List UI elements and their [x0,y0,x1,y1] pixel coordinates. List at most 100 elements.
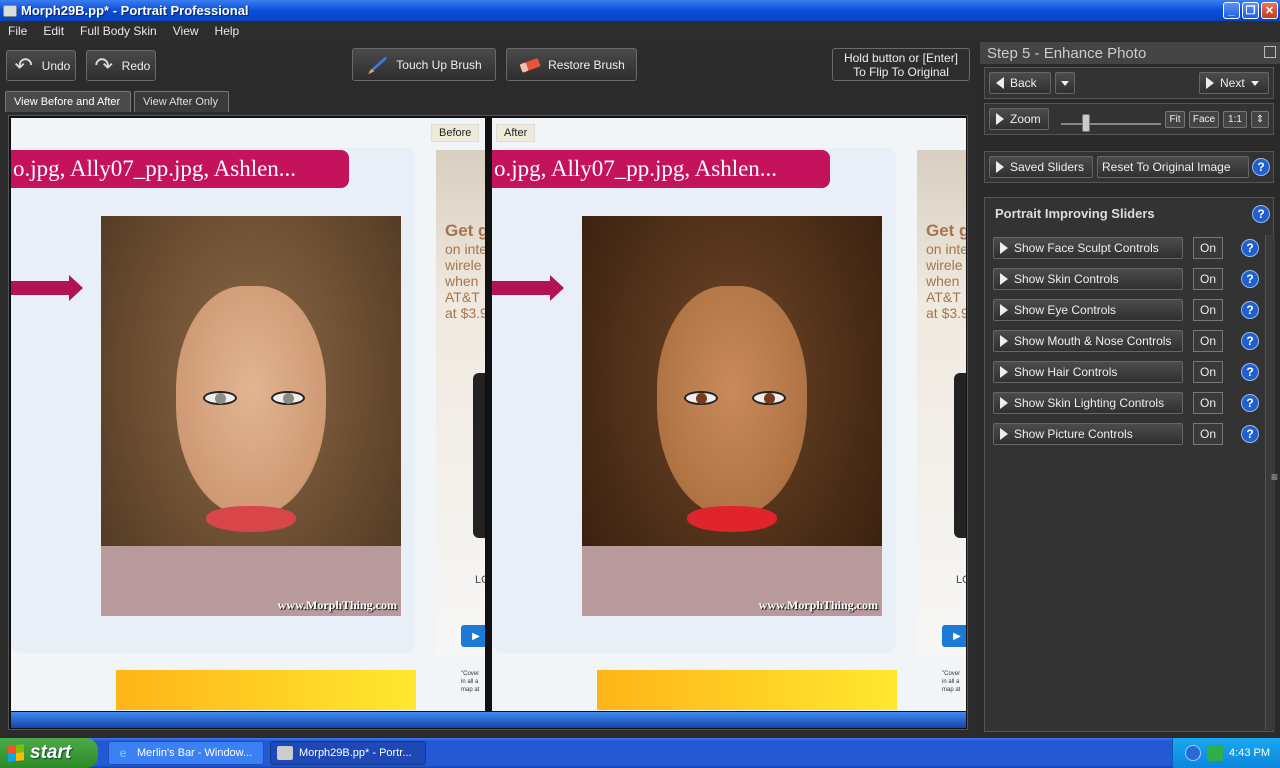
tab-view-before-and-after[interactable]: View Before and After [5,91,131,112]
help-icon[interactable]: ? [1241,332,1259,350]
step-header: Step 5 - Enhance Photo [980,42,1280,64]
arrow-graphic [11,275,83,301]
help-icon[interactable]: ? [1252,205,1270,223]
taskbar-item-merlins-bar[interactable]: e Merlin's Bar - Window... [108,741,264,765]
phone-graphic [473,373,485,538]
hair-toggle[interactable]: On [1193,361,1223,383]
help-icon[interactable]: ? [1241,425,1259,443]
next-arrow-icon [1206,77,1214,89]
menu-edit[interactable]: Edit [35,24,72,38]
slider-group-label: Show Face Sculpt Controls [1014,241,1159,255]
saved-sliders-button[interactable]: Saved Sliders [989,156,1093,178]
undo-icon: ↶ [14,52,33,78]
back-label: Back [1010,76,1037,90]
mouth-nose-toggle[interactable]: On [1193,330,1223,352]
back-button[interactable]: Back [989,72,1051,94]
menu-view[interactable]: View [165,24,207,38]
footer-ad [597,670,897,710]
security-icon[interactable] [1207,745,1224,761]
reset-to-original-button[interactable]: Reset To Original Image [1097,156,1249,178]
chevron-down-icon [1061,80,1069,86]
maximize-button[interactable]: ❐ [1242,2,1259,19]
close-button[interactable]: ✕ [1261,2,1278,19]
show-skin-controls-button[interactable]: Show Skin Controls [993,268,1183,290]
show-face-sculpt-controls-button[interactable]: Show Face Sculpt Controls [993,237,1183,259]
help-icon[interactable]: ? [1241,394,1259,412]
arrow-graphic [492,275,564,301]
zoom-fit-button[interactable]: Fit [1165,111,1185,128]
eye-toggle[interactable]: On [1193,299,1223,321]
window-controls: _ ❐ ✕ [1223,2,1278,19]
expand-arrow-icon [1000,242,1008,254]
undo-button[interactable]: ↶ Undo [6,50,76,81]
help-icon[interactable]: ? [1241,239,1259,257]
picture-toggle[interactable]: On [1193,423,1223,445]
next-button[interactable]: Next [1199,72,1269,94]
lips [206,506,296,532]
window-title: Morph29B.pp* - Portrait Professional [21,3,249,18]
tray-expand-icon[interactable] [1185,745,1202,761]
before-pane[interactable]: o.jpg, Ally07_pp.jpg, Ashlen... www.Morp… [11,118,485,711]
title-bar: Morph29B.pp* - Portrait Professional _ ❐… [0,0,1280,21]
taskbar-item-portrait-professional[interactable]: Morph29B.pp* - Portr... [270,741,426,765]
tab-view-after-only[interactable]: View After Only [134,91,229,112]
restore-brush-label: Restore Brush [548,57,625,72]
redo-button[interactable]: ↷ Redo [86,50,156,81]
portrait-sliders-box: Portrait Improving Sliders ? Show Face S… [984,197,1275,732]
face-sculpt-toggle[interactable]: On [1193,237,1223,259]
menu-full-body-skin[interactable]: Full Body Skin [72,24,165,38]
after-label: After [496,124,536,142]
slider-group-row: Show Picture Controls On ? [993,423,1265,445]
phone-graphic [954,373,966,538]
zoom-button[interactable]: Zoom [989,108,1049,130]
slider-group-label: Show Skin Controls [1014,272,1119,286]
help-icon[interactable]: ? [1241,270,1259,288]
start-button[interactable]: start [0,738,98,768]
menu-help[interactable]: Help [207,24,248,38]
saved-sliders-box: Saved Sliders Reset To Original Image ? [984,151,1274,183]
start-label: start [30,742,72,763]
help-icon[interactable]: ? [1252,158,1270,176]
history-dropdown-button[interactable] [1055,72,1075,94]
redo-label: Redo [121,58,151,73]
footer-ad [116,670,416,710]
menu-file[interactable]: File [0,24,35,38]
horizontal-scrollbar[interactable] [11,712,966,728]
show-mouth-nose-controls-button[interactable]: Show Mouth & Nose Controls [993,330,1183,352]
show-hair-controls-button[interactable]: Show Hair Controls [993,361,1183,383]
show-eye-controls-button[interactable]: Show Eye Controls [993,299,1183,321]
ad-line: wirele [926,257,963,273]
skin-toggle[interactable]: On [1193,268,1223,290]
redo-icon: ↷ [94,52,113,78]
zoom-slider-track[interactable] [1061,123,1161,125]
clock[interactable]: 4:43 PM [1229,747,1270,759]
next-label: Next [1220,76,1245,90]
left-eye [684,391,718,405]
zoom-slider-handle[interactable] [1082,114,1090,132]
ad-line: on inte [445,241,485,257]
touch-up-brush-button[interactable]: Touch Up Brush [352,48,496,81]
flip-to-original-button[interactable]: Hold button or [Enter] To Flip To Origin… [832,48,970,81]
show-picture-controls-button[interactable]: Show Picture Controls [993,423,1183,445]
zoom-one-to-one-button[interactable]: 1:1 [1223,111,1247,128]
zoom-face-button[interactable]: Face [1189,111,1219,128]
ad-text: Get g on inte wirele when AT&T at $3.9 [445,222,485,321]
panel-resize-grip[interactable]: ≡ [1271,470,1278,484]
help-icon[interactable]: ? [1241,363,1259,381]
fineprint-line: "Cover [942,671,961,677]
saved-sliders-label: Saved Sliders [1010,160,1085,174]
minimize-button[interactable]: _ [1223,2,1240,19]
eraser-icon [518,55,542,75]
reset-label: Reset To Original Image [1102,160,1231,174]
show-skin-lighting-controls-button[interactable]: Show Skin Lighting Controls [993,392,1183,414]
restore-brush-button[interactable]: Restore Brush [506,48,637,81]
after-pane[interactable]: o.jpg, Ally07_pp.jpg, Ashlen... www.Morp… [492,118,966,711]
help-icon[interactable]: ? [1241,301,1259,319]
pin-icon[interactable] [1264,46,1276,58]
slider-group-row: Show Mouth & Nose Controls On ? [993,330,1265,352]
skin-lighting-toggle[interactable]: On [1193,392,1223,414]
zoom-spin-button[interactable]: ⇕ [1251,111,1269,128]
before-label: Before [431,124,480,142]
ad-button: ▶ [942,625,966,647]
expand-arrow-icon [1000,428,1008,440]
